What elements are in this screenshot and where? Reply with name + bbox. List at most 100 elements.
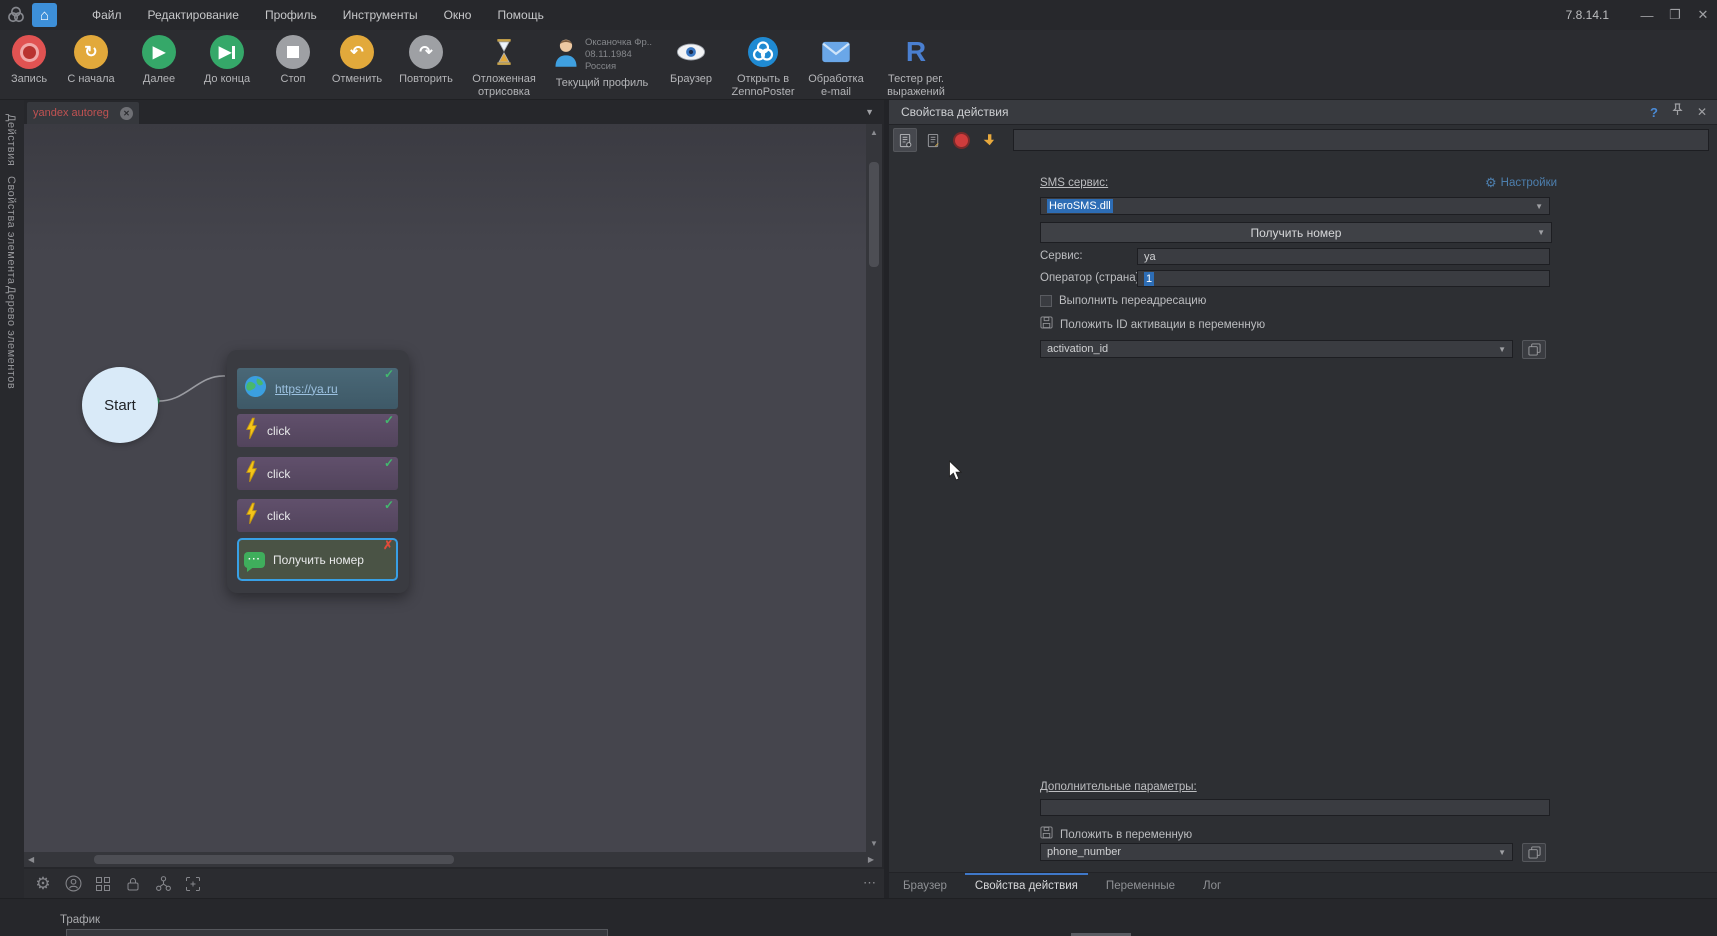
canvas-vertical-scrollbar[interactable]: ▲ ▼ bbox=[866, 124, 882, 852]
dock-tab-browser[interactable]: Браузер bbox=[889, 873, 961, 899]
dropdown-arrow-icon: ▼ bbox=[1498, 848, 1506, 857]
menu-help[interactable]: Помощь bbox=[484, 0, 556, 30]
canvas-tab-bar: yandex autoreg ✕ ▼ bbox=[24, 100, 884, 124]
current-profile-button[interactable]: Оксаночка Фр.. 08.11.1984 Россия Текущий… bbox=[546, 30, 658, 89]
close-button[interactable]: ✕ bbox=[1689, 0, 1717, 30]
stop-icon bbox=[276, 35, 310, 69]
forwarding-checkbox[interactable]: Выполнить переадресацию bbox=[1040, 295, 1206, 307]
help-icon[interactable]: ? bbox=[1650, 105, 1658, 120]
tab-close-icon[interactable]: ✕ bbox=[120, 107, 133, 120]
app-logo-icon bbox=[5, 4, 27, 26]
scroll-down-icon[interactable]: ▼ bbox=[870, 839, 878, 848]
minimize-button[interactable]: — bbox=[1633, 0, 1661, 30]
activation-variable-dropdown[interactable]: activation_id ▼ bbox=[1040, 340, 1513, 358]
record-action-button[interactable] bbox=[949, 128, 973, 152]
profile-circle-icon[interactable] bbox=[64, 875, 82, 893]
email-processing-button[interactable]: Обработка e-mail bbox=[802, 30, 870, 98]
flow-step-get-number-selected[interactable]: ··· Получить номер ✗ bbox=[237, 538, 398, 581]
service-input[interactable]: ya bbox=[1137, 248, 1550, 265]
redo-icon: ↷ bbox=[409, 35, 443, 69]
vertical-scroll-thumb[interactable] bbox=[869, 162, 879, 267]
undo-button[interactable]: ↶ Отменить bbox=[324, 30, 390, 86]
dock-tab-action-properties[interactable]: Свойства действия bbox=[961, 873, 1092, 899]
menu-file[interactable]: Файл bbox=[79, 0, 135, 30]
tab-list-chevron-icon[interactable]: ▼ bbox=[865, 107, 874, 117]
menu-edit[interactable]: Редактирование bbox=[135, 0, 252, 30]
project-canvas-panel: yandex autoreg ✕ ▼ Start bbox=[24, 100, 884, 898]
floppy-icon bbox=[1040, 826, 1053, 844]
flow-step-click-2[interactable]: click ✓ bbox=[237, 457, 398, 490]
get-number-button[interactable]: Получить номер ▼ bbox=[1040, 222, 1552, 243]
overflow-dots-icon[interactable]: ⋯ bbox=[863, 875, 878, 891]
properties-header: Свойства действия ? ✕ bbox=[889, 100, 1717, 125]
redo-button[interactable]: ↷ Повторить bbox=[390, 30, 462, 86]
settings-gear-icon: ⚙ bbox=[1485, 175, 1497, 191]
action-group-node[interactable]: https://ya.ru ✓ click ✓ click ✓ bbox=[227, 350, 409, 593]
dropdown-arrow-icon: ▼ bbox=[1537, 228, 1545, 237]
edit-code-button[interactable] bbox=[921, 128, 945, 152]
sms-bubble-icon: ··· bbox=[244, 552, 265, 568]
phone-variable-dropdown[interactable]: phone_number ▼ bbox=[1040, 843, 1513, 861]
traffic-input[interactable] bbox=[66, 929, 608, 936]
rail-tab-element-tree[interactable]: Дерево элементов bbox=[5, 286, 17, 389]
properties-search-input[interactable] bbox=[1013, 129, 1709, 151]
sms-dll-dropdown[interactable]: HeroSMS.dll ▼ bbox=[1040, 197, 1550, 215]
action-properties-panel: Свойства действия ? ✕ bbox=[889, 100, 1717, 898]
close-panel-icon[interactable]: ✕ bbox=[1697, 105, 1707, 119]
menu-profile[interactable]: Профиль bbox=[252, 0, 330, 30]
lock-icon[interactable] bbox=[124, 875, 142, 893]
success-check-icon: ✓ bbox=[384, 498, 394, 512]
start-node[interactable]: Start bbox=[82, 367, 158, 443]
project-tab[interactable]: yandex autoreg ✕ bbox=[27, 102, 139, 124]
open-in-zennoposter-button[interactable]: Открыть в ZennoPoster bbox=[724, 30, 802, 98]
rail-tab-element-properties[interactable]: Свойства элемента bbox=[5, 176, 17, 285]
avatar-icon bbox=[552, 35, 580, 72]
flow-step-click-1[interactable]: click ✓ bbox=[237, 414, 398, 447]
put-variable-checkbox[interactable]: Положить в переменную bbox=[1040, 826, 1192, 844]
canvas-horizontal-scrollbar[interactable]: ◀ ▶ bbox=[24, 852, 882, 867]
flow-step-click-3[interactable]: click ✓ bbox=[237, 499, 398, 532]
app-window: ⌂ Файл Редактирование Профиль Инструмент… bbox=[0, 0, 1717, 936]
create-variable-button[interactable] bbox=[1522, 340, 1546, 359]
scroll-left-icon[interactable]: ◀ bbox=[28, 855, 34, 864]
pin-icon[interactable] bbox=[1672, 102, 1683, 122]
horizontal-scroll-thumb[interactable] bbox=[94, 855, 454, 864]
record-icon bbox=[12, 35, 46, 69]
operator-input[interactable]: 1 bbox=[1137, 270, 1550, 287]
flow-canvas[interactable]: Start https://ya.ru ✓ bbox=[24, 124, 866, 852]
next-button[interactable]: ▶ Далее bbox=[126, 30, 192, 86]
restore-button[interactable]: ❐ bbox=[1661, 0, 1689, 30]
settings-link[interactable]: ⚙ Настройки bbox=[1485, 175, 1557, 191]
menu-window[interactable]: Окно bbox=[431, 0, 485, 30]
rail-tab-actions[interactable]: Действия bbox=[5, 114, 17, 166]
extra-params-input[interactable] bbox=[1040, 799, 1550, 816]
deferred-render-button[interactable]: Отложенная отрисовка bbox=[462, 30, 546, 98]
restart-button[interactable]: ↻ С начала bbox=[56, 30, 126, 86]
menu-bar: Файл Редактирование Профиль Инструменты … bbox=[79, 0, 557, 30]
browser-button[interactable]: Браузер bbox=[658, 30, 724, 86]
scroll-up-icon[interactable]: ▲ bbox=[870, 128, 878, 137]
dock-tab-variables[interactable]: Переменные bbox=[1092, 873, 1189, 899]
regex-r-icon: R bbox=[906, 35, 926, 69]
create-variable-button[interactable] bbox=[1522, 843, 1546, 862]
flow-step-goto-url[interactable]: https://ya.ru ✓ bbox=[237, 368, 398, 409]
sitemap-icon[interactable] bbox=[154, 875, 172, 893]
focus-selection-icon[interactable] bbox=[184, 875, 202, 893]
envelope-icon bbox=[821, 35, 851, 69]
view-properties-button[interactable] bbox=[893, 128, 917, 152]
play-down-arrow-button[interactable] bbox=[977, 128, 1001, 152]
stop-button[interactable]: Стоп bbox=[262, 30, 324, 86]
menu-tools[interactable]: Инструменты bbox=[330, 0, 431, 30]
gear-icon[interactable]: ⚙ bbox=[34, 875, 52, 893]
home-button[interactable]: ⌂ bbox=[32, 3, 57, 27]
dock-tab-log[interactable]: Лог bbox=[1189, 873, 1235, 899]
zennoposter-icon bbox=[747, 35, 779, 69]
scroll-right-icon[interactable]: ▶ bbox=[868, 855, 874, 864]
hourglass-icon bbox=[494, 35, 514, 69]
record-button[interactable]: Запись bbox=[2, 30, 56, 86]
to-end-button[interactable]: ▶ До конца bbox=[192, 30, 262, 86]
activation-id-checkbox[interactable]: Положить ID активации в переменную bbox=[1040, 316, 1265, 334]
regex-tester-button[interactable]: R Тестер рег. выражений bbox=[870, 30, 962, 98]
grid-icon[interactable] bbox=[94, 875, 112, 893]
play-to-end-icon: ▶ bbox=[210, 35, 244, 69]
